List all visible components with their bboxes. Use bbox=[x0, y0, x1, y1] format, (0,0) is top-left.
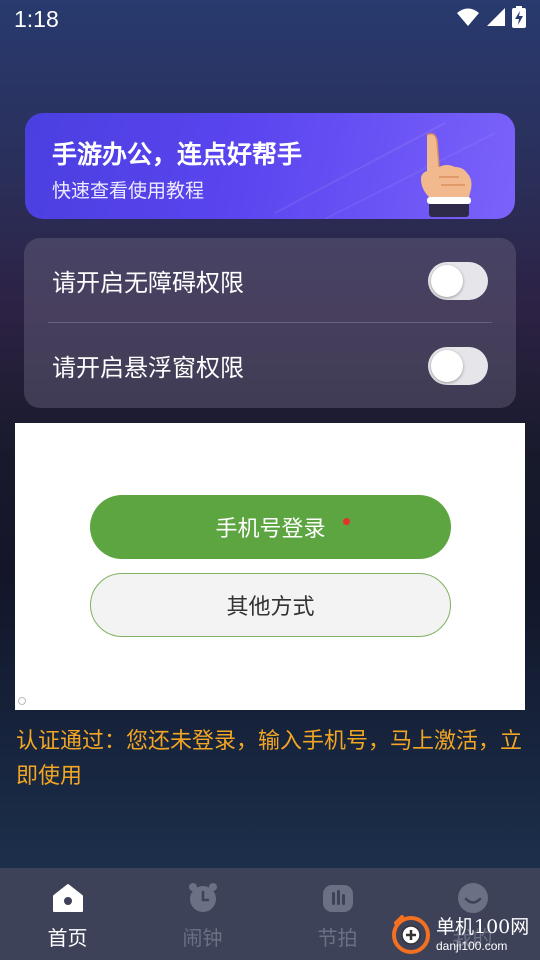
toggle-knob bbox=[431, 264, 463, 297]
status-icons bbox=[456, 6, 526, 32]
watermark-main: 单机100网 bbox=[436, 916, 530, 938]
permissions-card: 请开启无障碍权限 请开启悬浮窗权限 bbox=[24, 238, 516, 408]
panel-info-icon bbox=[18, 697, 26, 705]
battery-charging-icon bbox=[512, 6, 526, 32]
auth-notice: 认证通过：您还未登录，输入手机号，马上激活，立即使用 bbox=[16, 729, 523, 789]
site-watermark: 单机100网 danji100.com bbox=[390, 912, 540, 958]
overlay-toggle[interactable] bbox=[428, 346, 488, 385]
alarm-clock-icon bbox=[187, 882, 219, 914]
permission-row-overlay[interactable]: 请开启悬浮窗权限 bbox=[24, 323, 516, 408]
watermark-logo-icon bbox=[390, 914, 432, 956]
toggle-knob bbox=[431, 349, 463, 382]
status-time: 1:18 bbox=[14, 5, 59, 32]
nav-item-home[interactable]: 首页 bbox=[0, 868, 135, 960]
wifi-icon bbox=[456, 7, 480, 31]
nav-item-alarm[interactable]: 闹钟 bbox=[135, 868, 270, 960]
nav-label-home: 首页 bbox=[47, 926, 88, 950]
profile-icon bbox=[457, 882, 489, 914]
home-icon bbox=[52, 882, 84, 914]
metronome-icon bbox=[322, 882, 354, 914]
phone-login-label: 手机号登录 bbox=[215, 517, 326, 542]
tutorial-banner[interactable]: 手游办公，连点好帮手 快速查看使用教程 bbox=[25, 113, 515, 219]
red-dot-badge bbox=[343, 518, 350, 525]
signal-icon bbox=[486, 7, 506, 31]
nav-item-metronome[interactable]: 节拍 bbox=[270, 868, 405, 960]
other-login-button[interactable]: 其他方式 bbox=[90, 573, 451, 637]
banner-subtitle: 快速查看使用教程 bbox=[52, 180, 205, 202]
phone-login-button[interactable]: 手机号登录 bbox=[90, 495, 451, 559]
nav-label-metronome: 节拍 bbox=[317, 926, 358, 950]
banner-title: 手游办公，连点好帮手 bbox=[52, 140, 303, 169]
permission-row-accessibility[interactable]: 请开启无障碍权限 bbox=[24, 238, 516, 323]
watermark-text: 单机100网 danji100.com bbox=[436, 916, 530, 953]
permission-label-overlay: 请开启悬浮窗权限 bbox=[52, 354, 244, 382]
status-bar: 1:18 bbox=[0, 0, 540, 38]
permission-label-accessibility: 请开启无障碍权限 bbox=[52, 269, 244, 297]
pointing-hand-icon bbox=[413, 133, 475, 219]
other-login-label: 其他方式 bbox=[226, 595, 315, 620]
login-panel: 手机号登录 其他方式 bbox=[15, 423, 525, 710]
nav-label-alarm: 闹钟 bbox=[182, 926, 223, 950]
accessibility-toggle[interactable] bbox=[428, 261, 488, 300]
watermark-sub: danji100.com bbox=[436, 939, 508, 953]
